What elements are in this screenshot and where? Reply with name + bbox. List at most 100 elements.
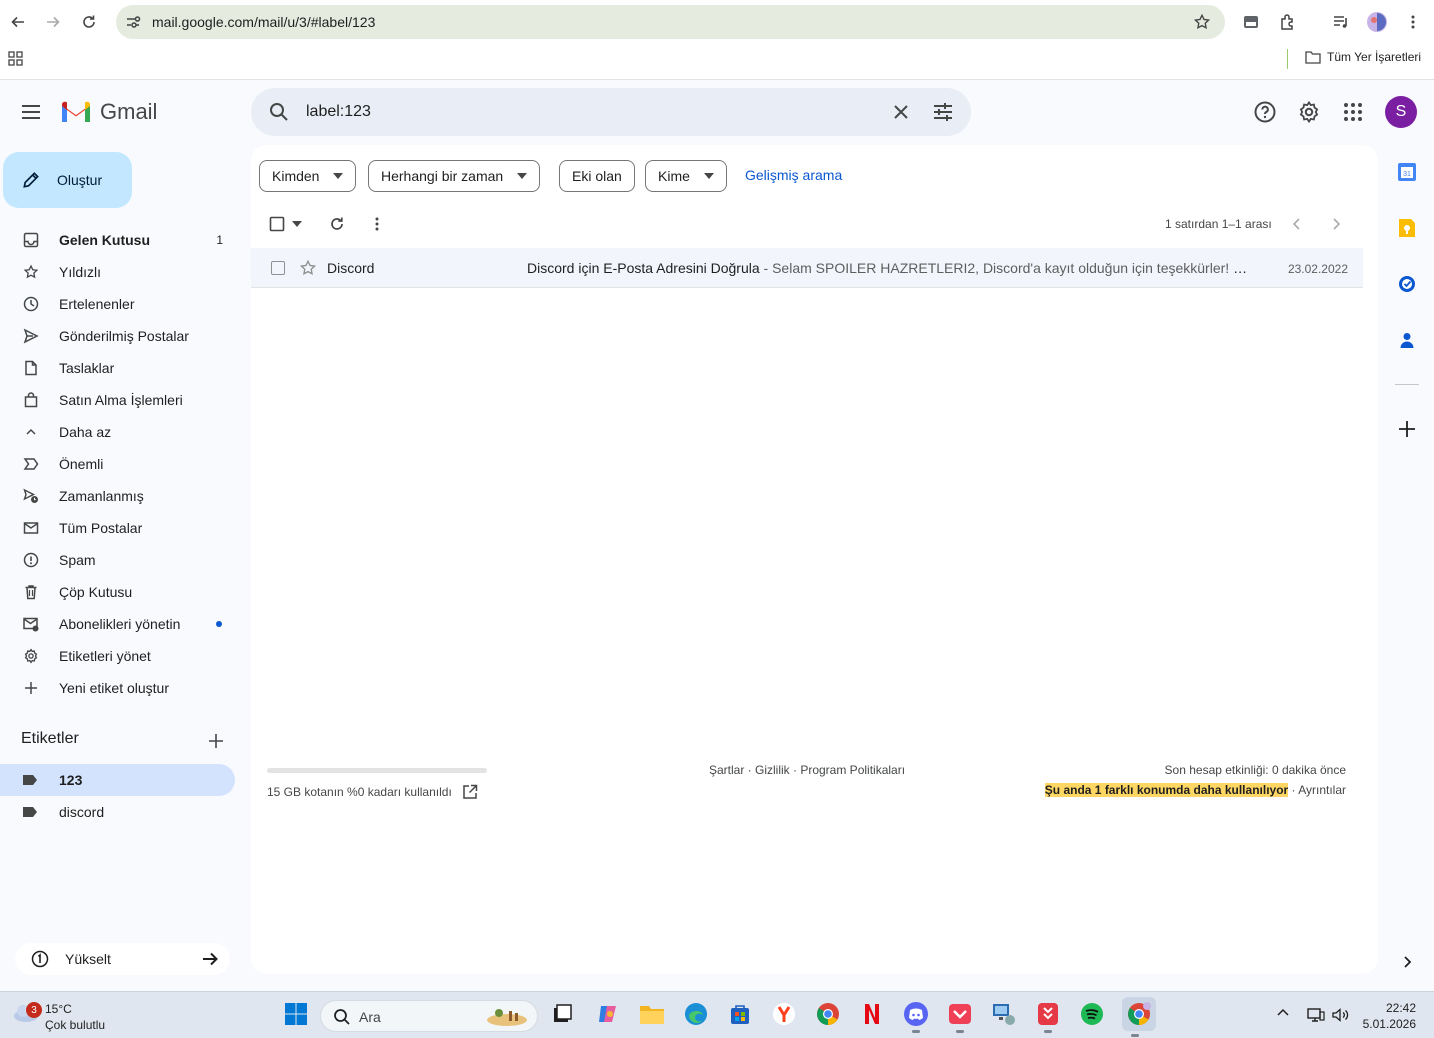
system-clock[interactable]: 22:42 5.01.2026 <box>1363 1000 1416 1032</box>
extensions-icon[interactable] <box>1276 10 1300 34</box>
table-row[interactable]: Discord Discord için E-Posta Adresini Do… <box>251 248 1363 288</box>
sidebar-item-snoozed[interactable]: Ertelenenler <box>0 288 235 320</box>
upgrade-button[interactable]: Yükselt <box>15 943 230 975</box>
add-label-icon[interactable] <box>207 732 225 750</box>
windows-start-icon[interactable] <box>283 1001 309 1027</box>
tab-search-icon[interactable] <box>1239 10 1263 34</box>
network-icon[interactable] <box>1306 1006 1326 1024</box>
copilot-icon[interactable] <box>595 1001 621 1027</box>
discord-icon[interactable] <box>903 1001 929 1033</box>
get-addons-plus-icon[interactable] <box>1396 418 1418 440</box>
filter-has-attachment-chip[interactable]: Eki olan <box>559 160 635 192</box>
sidebar-item-create-label[interactable]: Yeni etiket oluştur <box>0 672 235 704</box>
chrome-icon[interactable] <box>815 1001 841 1027</box>
advanced-search-link[interactable]: Gelişmiş arama <box>745 167 842 183</box>
open-external-icon[interactable] <box>462 784 478 800</box>
details-link[interactable]: · Ayrıntılar <box>1288 783 1346 797</box>
sidebar-item-label: Önemli <box>59 456 104 472</box>
reload-button[interactable] <box>77 10 101 34</box>
search-options-icon[interactable] <box>931 100 955 124</box>
label-item-discord[interactable]: discord <box>0 796 235 828</box>
google-apps-icon[interactable] <box>1340 99 1366 125</box>
sidebar-item-all-mail[interactable]: Tüm Postalar <box>0 512 235 544</box>
microsoft-store-icon[interactable] <box>727 1001 753 1027</box>
select-all-checkbox[interactable] <box>267 214 287 234</box>
media-control-icon[interactable] <box>1329 10 1353 34</box>
refresh-icon[interactable] <box>327 214 347 234</box>
taskbar-search-box[interactable]: Ara <box>320 1000 538 1032</box>
search-icon[interactable] <box>267 100 291 124</box>
sidebar-nav: Gelen Kutusu 1 Yıldızlı Ertelenenler Gön… <box>0 224 250 704</box>
account-avatar[interactable]: S <box>1385 96 1417 128</box>
volume-icon[interactable] <box>1331 1006 1351 1024</box>
sidebar-item-less[interactable]: Daha az <box>0 416 235 448</box>
google-calendar-icon[interactable]: 31 <box>1396 161 1418 183</box>
weather-widget[interactable]: 3 15°C Çok bulutlu <box>12 998 105 1032</box>
compose-button[interactable]: Oluştur <box>3 152 132 208</box>
address-bar[interactable]: mail.google.com/mail/u/3/#label/123 <box>116 5 1225 39</box>
sidebar-item-important[interactable]: Önemli <box>0 448 235 480</box>
pocket-icon[interactable] <box>947 1001 973 1033</box>
apps-grid-icon[interactable] <box>8 51 23 66</box>
send-icon <box>22 327 40 345</box>
task-view-icon[interactable] <box>549 1001 575 1027</box>
sidebar-item-purchases[interactable]: Satın Alma İşlemleri <box>0 384 235 416</box>
sidebar-item-spam[interactable]: Spam <box>0 544 235 576</box>
sidebar-item-label: Daha az <box>59 424 112 440</box>
profile-avatar-icon[interactable] <box>1365 10 1389 34</box>
sidebar-item-label: Zamanlanmış <box>59 488 144 504</box>
google-tasks-icon[interactable] <box>1396 273 1418 295</box>
bookmark-star-icon[interactable] <box>1193 13 1211 31</box>
next-page-icon[interactable] <box>1326 214 1346 234</box>
network-settings-app-icon[interactable] <box>991 1001 1017 1027</box>
show-side-panel-chevron-icon[interactable] <box>1396 951 1418 973</box>
search-input[interactable]: label:123 <box>306 103 371 121</box>
spotify-icon[interactable] <box>1079 1001 1105 1027</box>
sidebar-item-sent[interactable]: Gönderilmiş Postalar <box>0 320 235 352</box>
file-explorer-icon[interactable] <box>639 1001 665 1027</box>
google-keep-icon[interactable] <box>1396 217 1418 239</box>
sidebar-item-drafts[interactable]: Taslaklar <box>0 352 235 384</box>
sidebar-item-inbox[interactable]: Gelen Kutusu 1 <box>0 224 235 256</box>
netflix-icon[interactable] <box>859 1001 885 1027</box>
sidebar-item-manage-subscriptions[interactable]: Abonelikleri yönetin <box>0 608 235 640</box>
account-activity: Son hesap etkinliği: 0 dakika önce Şu an… <box>1044 763 1346 797</box>
sidebar-item-trash[interactable]: Çöp Kutusu <box>0 576 235 608</box>
scheduled-send-icon <box>22 487 40 505</box>
labels-heading: Etiketler <box>21 730 79 747</box>
yandex-browser-icon[interactable] <box>771 1001 797 1027</box>
sidebar-item-starred[interactable]: Yıldızlı <box>0 256 235 288</box>
filter-time-chip[interactable]: Herhangi bir zaman <box>368 160 541 192</box>
star-toggle-icon[interactable] <box>299 259 317 277</box>
row-checkbox[interactable] <box>271 261 285 275</box>
sidebar-item-scheduled[interactable]: Zamanlanmış <box>0 480 235 512</box>
show-hidden-icons-chevron-icon[interactable] <box>1276 1006 1290 1020</box>
clear-search-icon[interactable] <box>889 100 913 124</box>
all-bookmarks-folder[interactable]: Tüm Yer İşaretleri <box>1305 50 1421 64</box>
edge-browser-icon[interactable] <box>683 1001 709 1027</box>
site-info-icon[interactable] <box>124 13 142 31</box>
settings-gear-icon[interactable] <box>1296 99 1322 125</box>
help-icon[interactable] <box>1252 99 1278 125</box>
filter-from-chip[interactable]: Kimden <box>259 160 357 192</box>
previous-page-icon[interactable] <box>1287 214 1307 234</box>
mail-search-bar[interactable]: label:123 <box>251 88 971 136</box>
gmail-logo[interactable]: Gmail <box>60 99 157 125</box>
url-text[interactable]: mail.google.com/mail/u/3/#label/123 <box>152 14 375 30</box>
sidebar-item-manage-labels[interactable]: Etiketleri yönet <box>0 640 235 672</box>
label-item-123[interactable]: 123 <box>0 764 235 796</box>
more-options-icon[interactable] <box>367 214 387 234</box>
main-menu-icon[interactable] <box>18 99 44 125</box>
back-button[interactable] <box>6 10 30 34</box>
google-contacts-icon[interactable] <box>1396 329 1418 351</box>
select-dropdown-icon[interactable] <box>287 214 307 234</box>
email-subject-snippet: Discord için E-Posta Adresini Doğrula - … <box>527 260 1252 276</box>
dropdown-arrow-icon <box>333 173 344 179</box>
footer-links[interactable]: Şartlar · Gizlilik · Program Politikalar… <box>709 763 905 777</box>
filter-to-chip[interactable]: Kime <box>645 160 727 192</box>
inbox-icon <box>22 231 40 249</box>
chrome-active-icon[interactable] <box>1122 997 1156 1037</box>
forward-button[interactable] <box>41 10 65 34</box>
download-manager-icon[interactable] <box>1035 1001 1061 1033</box>
browser-menu-icon[interactable] <box>1401 10 1425 34</box>
